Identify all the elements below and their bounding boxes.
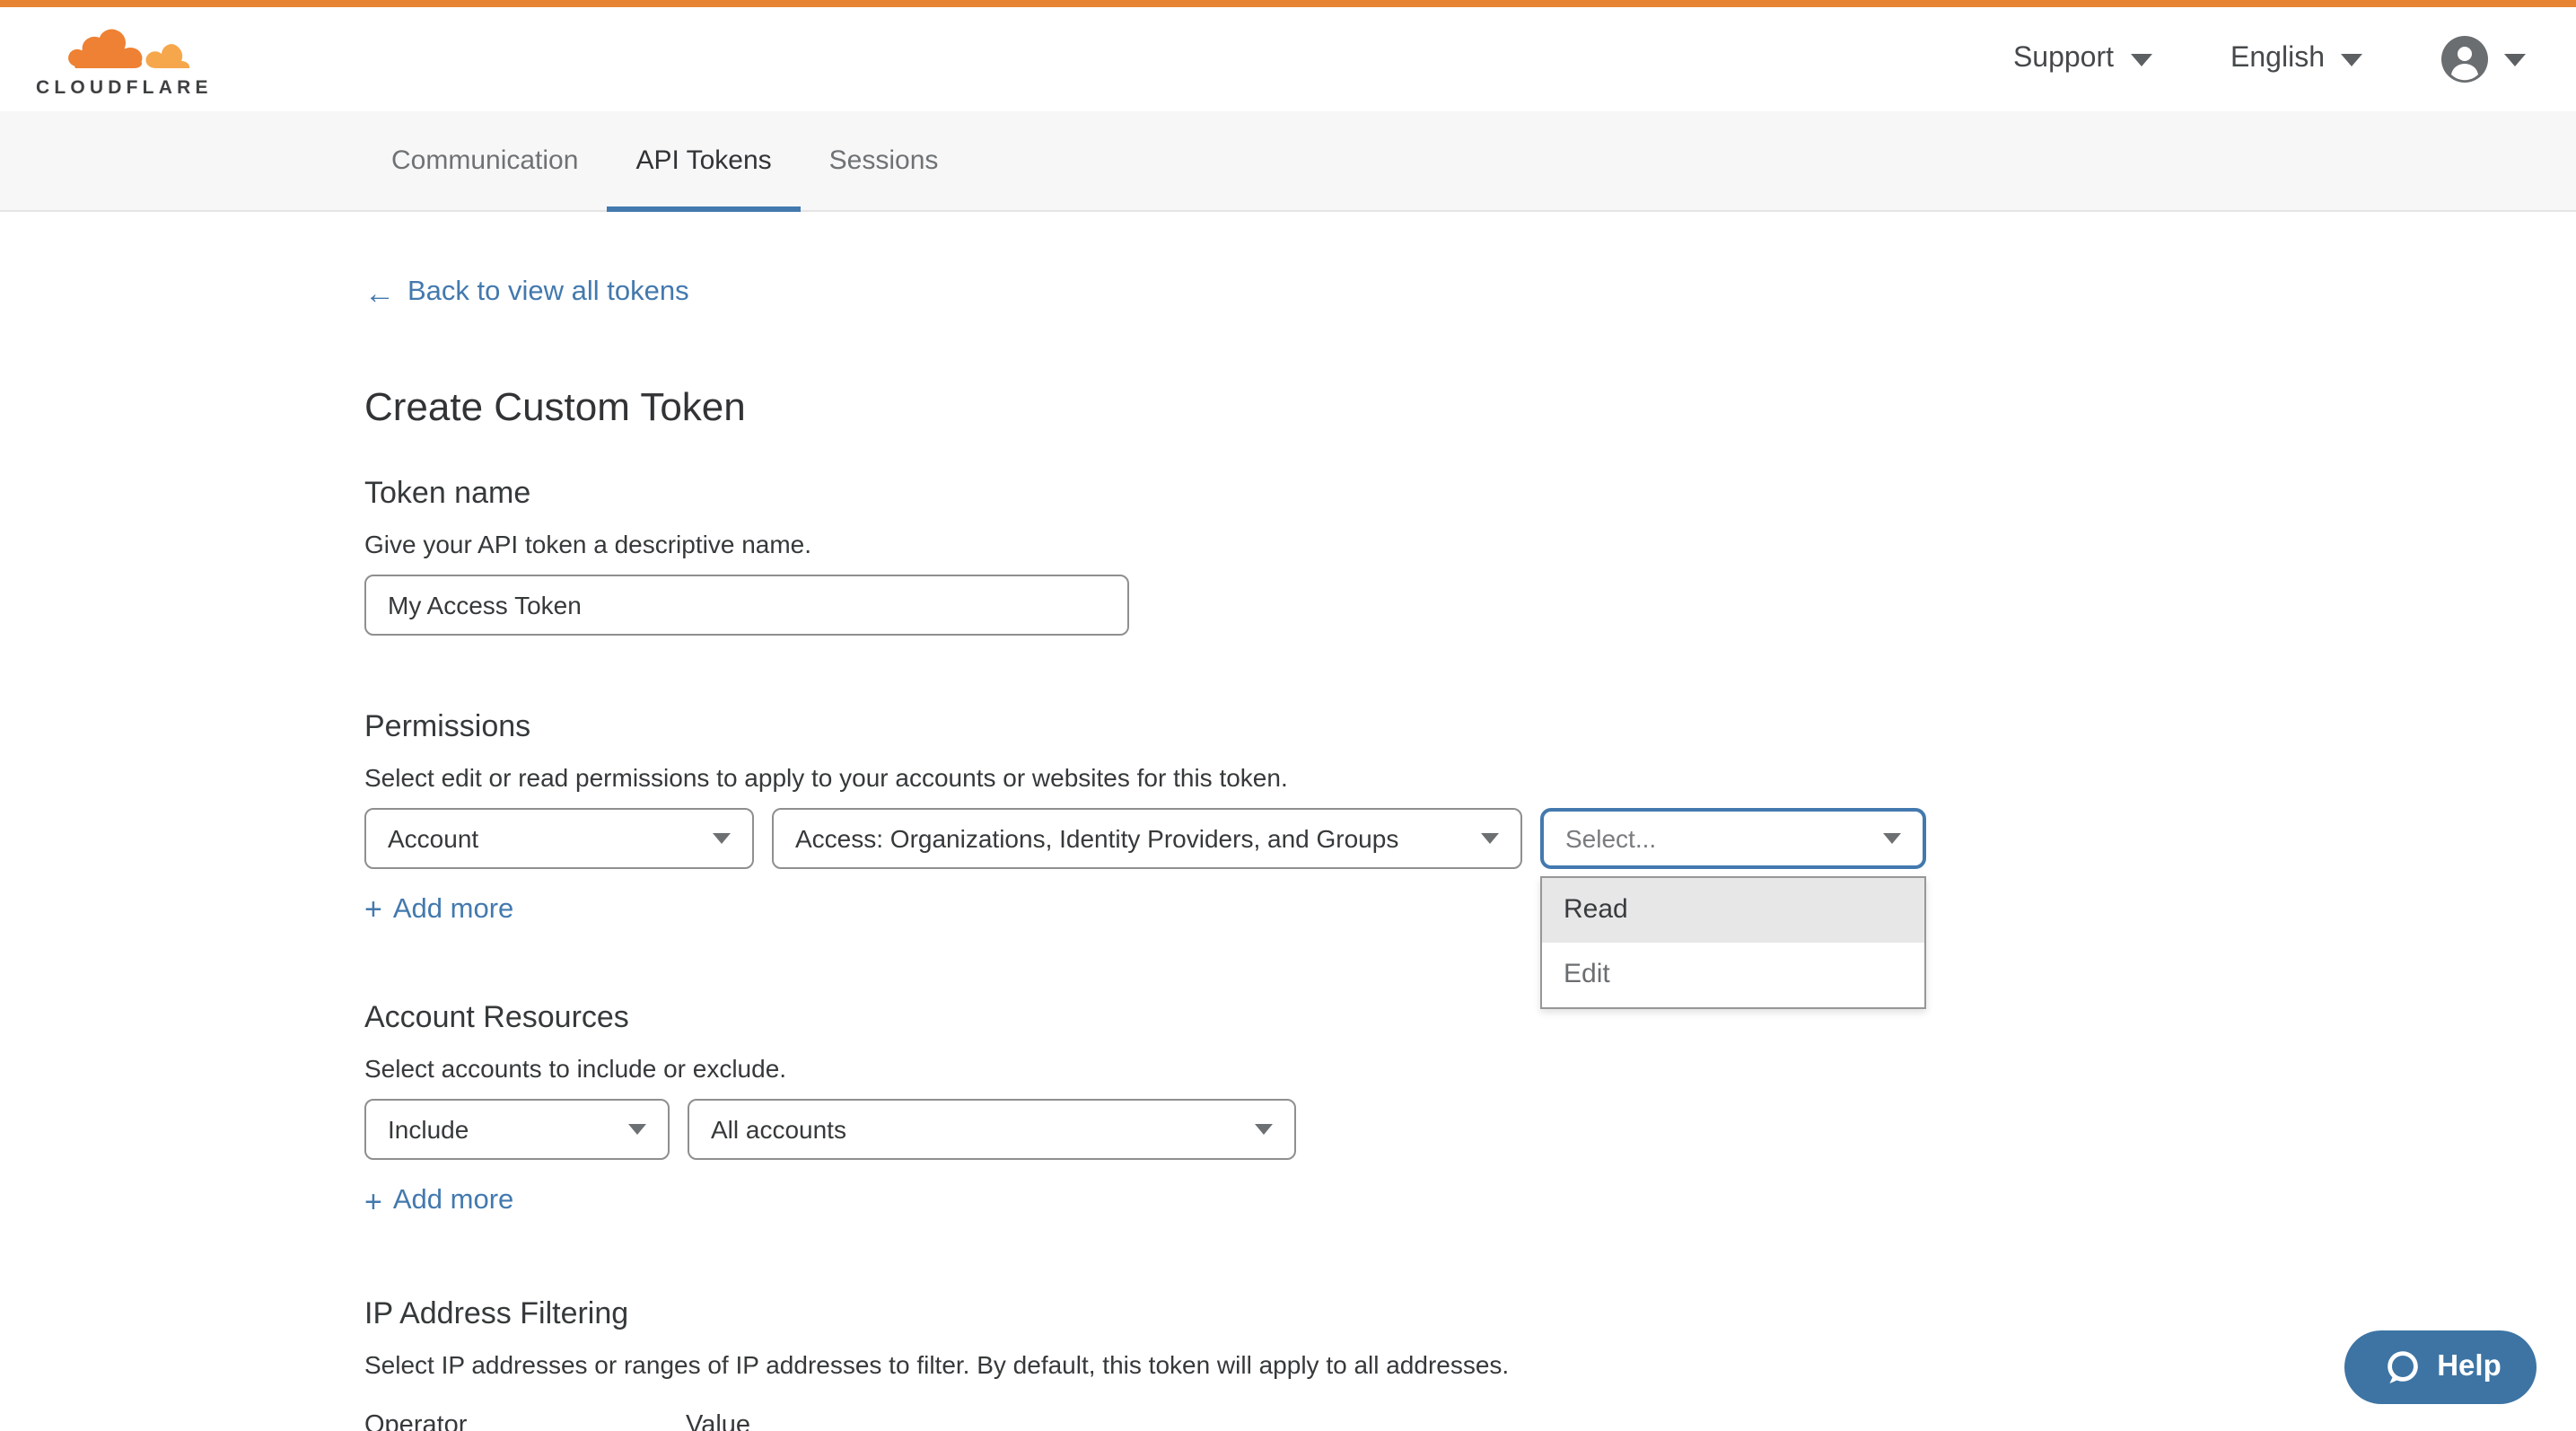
account-resources-row: Include All accounts <box>364 1099 2576 1160</box>
back-link[interactable]: ← Back to view all tokens <box>364 277 689 309</box>
permission-group-value: Access: Organizations, Identity Provider… <box>795 823 1398 852</box>
plus-icon: + <box>364 894 382 925</box>
permission-level-placeholder: Select... <box>1565 823 1656 852</box>
back-arrow-icon: ← <box>364 277 395 308</box>
add-more-label: Add more <box>393 1185 513 1217</box>
language-menu[interactable]: English <box>2230 43 2362 75</box>
permission-level-menu: Read Edit <box>1540 875 1926 1008</box>
chevron-down-icon <box>2504 53 2526 66</box>
back-link-label: Back to view all tokens <box>407 277 689 309</box>
resource-include-select[interactable]: Include <box>364 1099 670 1160</box>
chevron-down-icon <box>2341 53 2362 66</box>
resource-accounts-select[interactable]: All accounts <box>688 1099 1296 1160</box>
resource-accounts-value: All accounts <box>711 1115 846 1144</box>
chevron-down-icon <box>1883 832 1901 843</box>
token-name-description: Give your API token a descriptive name. <box>364 529 2576 557</box>
header: CLOUDFLARE Support English <box>0 7 2576 111</box>
ip-filtering-description: Select IP addresses or ranges of IP addr… <box>364 1349 2576 1378</box>
menu-item-read[interactable]: Read <box>1542 877 1924 942</box>
tab-communication[interactable]: Communication <box>363 111 607 210</box>
permission-group-select[interactable]: Access: Organizations, Identity Provider… <box>772 807 1522 868</box>
support-menu[interactable]: Support <box>2013 43 2151 75</box>
operator-label: Operator <box>364 1410 686 1431</box>
top-accent-bar <box>0 0 2576 7</box>
chevron-down-icon <box>1481 832 1499 843</box>
user-avatar-icon <box>2441 36 2488 83</box>
ip-filtering-heading: IP Address Filtering <box>364 1295 2576 1331</box>
resources-add-more-link[interactable]: + Add more <box>364 1185 513 1217</box>
permissions-heading: Permissions <box>364 708 2576 744</box>
active-tab-indicator <box>607 206 800 212</box>
account-resources-description: Select accounts to include or exclude. <box>364 1054 2576 1083</box>
language-label: English <box>2230 43 2325 75</box>
value-label: Value <box>686 1410 750 1431</box>
permissions-section: Permissions Select edit or read permissi… <box>364 708 2576 928</box>
permissions-row: Account Access: Organizations, Identity … <box>364 807 2576 868</box>
chevron-down-icon <box>2130 53 2151 66</box>
ip-filtering-labels: Operator Value <box>364 1410 2576 1431</box>
tab-api-tokens[interactable]: API Tokens <box>607 111 800 210</box>
token-name-section: Token name Give your API token a descrip… <box>364 475 2576 635</box>
tab-label: API Tokens <box>635 145 771 176</box>
token-name-input[interactable] <box>364 574 1129 635</box>
permission-level-select[interactable]: Select... Read Edit <box>1540 807 1926 868</box>
plus-icon: + <box>364 1186 382 1216</box>
menu-item-edit[interactable]: Edit <box>1542 942 1924 1006</box>
help-button-label: Help <box>2437 1350 2502 1384</box>
chevron-down-icon <box>628 1124 646 1135</box>
permissions-description: Select edit or read permissions to apply… <box>364 762 2576 791</box>
tab-sessions[interactable]: Sessions <box>801 111 968 210</box>
page: CLOUDFLARE Support English Com <box>0 0 2576 1431</box>
resource-include-value: Include <box>388 1115 469 1144</box>
account-resources-heading: Account Resources <box>364 1000 2576 1036</box>
chat-bubble-icon <box>2379 1346 2423 1389</box>
chevron-down-icon <box>1255 1124 1273 1135</box>
permission-scope-value: Account <box>388 823 478 852</box>
cloudflare-logo[interactable]: CLOUDFLARE <box>36 21 213 98</box>
help-button[interactable]: Help <box>2344 1330 2537 1404</box>
profile-tabs: Communication API Tokens Sessions <box>0 111 2576 212</box>
tab-label: Communication <box>391 145 578 176</box>
account-resources-section: Account Resources Select accounts to inc… <box>364 1000 2576 1220</box>
chevron-down-icon <box>713 832 731 843</box>
support-label: Support <box>2013 43 2114 75</box>
token-name-heading: Token name <box>364 475 2576 511</box>
cloudflare-wordmark: CLOUDFLARE <box>36 76 213 98</box>
page-title: Create Custom Token <box>364 383 2576 430</box>
tab-label: Sessions <box>829 145 939 176</box>
permissions-add-more-link[interactable]: + Add more <box>364 893 513 926</box>
permission-scope-select[interactable]: Account <box>364 807 754 868</box>
account-menu[interactable] <box>2441 36 2526 83</box>
cloudflare-cloud-icon <box>54 21 194 75</box>
ip-filtering-section: IP Address Filtering Select IP addresses… <box>364 1295 2576 1431</box>
header-right: Support English <box>2013 36 2526 83</box>
add-more-label: Add more <box>393 893 513 926</box>
main-content: ← Back to view all tokens Create Custom … <box>0 212 2576 1431</box>
